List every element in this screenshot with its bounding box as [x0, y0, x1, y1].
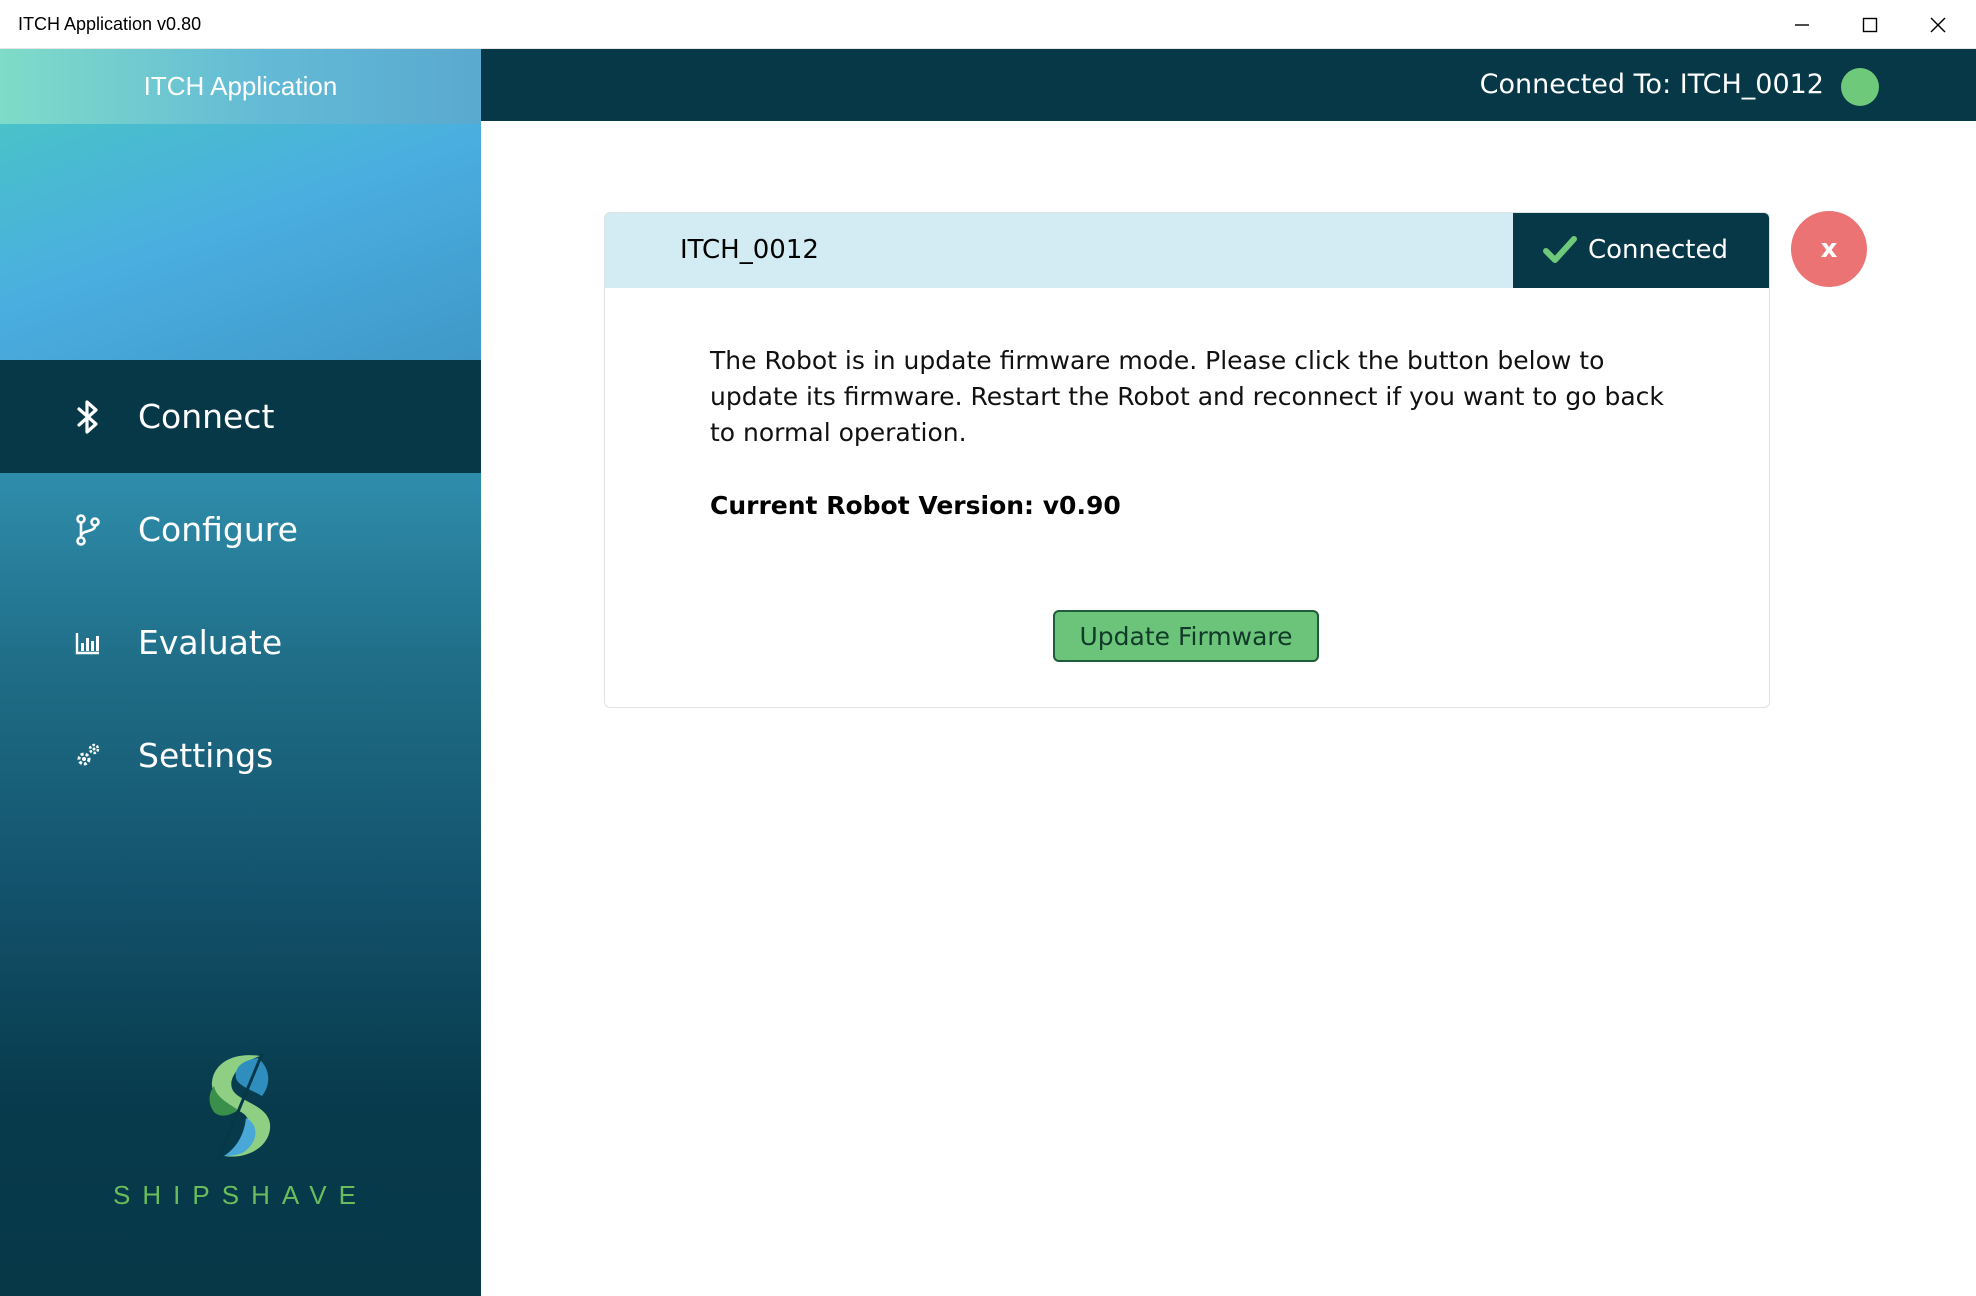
window-title: ITCH Application v0.80	[18, 14, 202, 34]
device-card: ITCH_0012 Connected The Robot is in upda…	[604, 212, 1770, 708]
sidebar-item-label: Evaluate	[138, 623, 283, 662]
connection-status-text: Connected To: ITCH_0012	[1479, 69, 1824, 100]
checkmark-icon	[1543, 236, 1577, 263]
window-titlebar: ITCH Application v0.80	[0, 0, 1976, 49]
shipshave-logo: SHIPSHAVE	[0, 1052, 481, 1212]
sidebar-item-connect[interactable]: Connect	[0, 360, 481, 473]
sidebar-item-configure[interactable]: Configure	[0, 473, 481, 586]
gears-icon	[72, 740, 104, 772]
robot-version-label: Current Robot Version: v0.90	[710, 491, 1121, 520]
bluetooth-icon	[72, 399, 104, 434]
brand-name: SHIPSHAVE	[113, 1180, 368, 1210]
branch-icon	[72, 513, 104, 546]
sidebar-hero-banner	[0, 124, 481, 360]
sidebar-item-label: Connect	[138, 397, 275, 436]
device-name: ITCH_0012	[680, 235, 819, 265]
chart-icon	[72, 627, 104, 659]
connected-status-badge: Connected	[1513, 213, 1769, 288]
sidebar-item-settings[interactable]: Settings	[0, 699, 481, 812]
top-header-bar: Connected To: ITCH_0012	[481, 49, 1976, 121]
sidebar-item-evaluate[interactable]: Evaluate	[0, 586, 481, 699]
update-firmware-button[interactable]: Update Firmware	[1053, 610, 1319, 662]
sidebar-app-name: ITCH Application	[0, 49, 481, 124]
connected-status-label: Connected	[1588, 235, 1729, 265]
close-icon	[1930, 17, 1946, 32]
device-card-header: ITCH_0012 Connected	[605, 213, 1769, 288]
sidebar: ITCH Application Connect Configure Evalu…	[0, 49, 481, 1296]
maximize-icon	[1862, 17, 1878, 32]
shipshave-logo-mark	[209, 1053, 271, 1161]
connection-status-indicator	[1841, 68, 1879, 106]
disconnect-button[interactable]: x	[1791, 211, 1867, 287]
firmware-mode-message: The Robot is in update firmware mode. Pl…	[710, 346, 1664, 447]
sidebar-item-label: Settings	[138, 736, 274, 775]
sidebar-item-label: Configure	[138, 510, 298, 549]
minimize-icon	[1795, 23, 1809, 26]
maximize-button[interactable]	[1836, 0, 1904, 49]
window-close-button[interactable]	[1904, 0, 1972, 49]
minimize-button[interactable]	[1768, 0, 1836, 49]
